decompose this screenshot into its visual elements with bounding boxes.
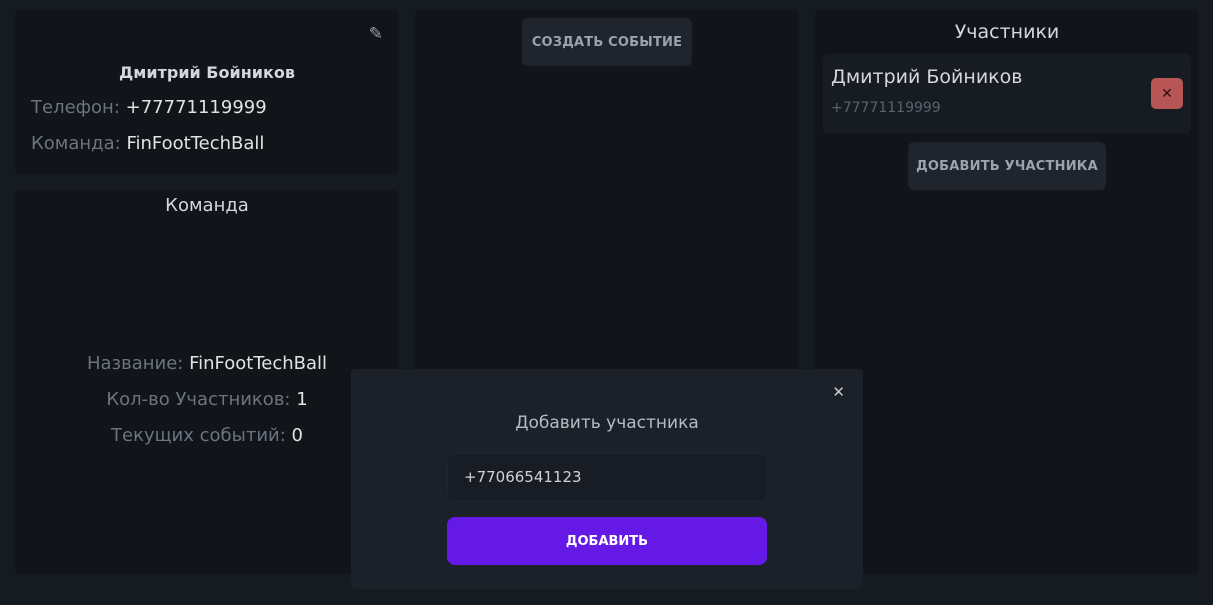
team-events-label: Текущих событий:	[111, 425, 286, 446]
team-name-label: Название:	[86, 353, 184, 374]
team-events-value: 0	[291, 425, 303, 446]
remove-participant-button[interactable]: ✕	[1151, 78, 1183, 109]
profile-team-value: FinFootTechBall	[126, 133, 265, 154]
participant-phone: +77771119999	[831, 100, 941, 116]
create-event-button[interactable]: СОЗДАТЬ СОБЫТИЕ	[522, 18, 692, 66]
team-members-row: Кол-во Участников: 1	[15, 389, 399, 410]
team-name-row: Название: FinFootTechBall	[15, 353, 399, 374]
team-card: Команда Название: FinFootTechBall Кол-во…	[15, 190, 399, 574]
submit-add-button[interactable]: ДОБАВИТЬ	[447, 517, 767, 565]
profile-phone-row: Телефон: +77771119999	[31, 97, 267, 118]
modal-title: Добавить участника	[515, 413, 699, 433]
add-participant-modal: ✕ Добавить участника ДОБАВИТЬ	[351, 369, 863, 589]
add-participant-button[interactable]: ДОБАВИТЬ УЧАСТНИКА	[908, 142, 1106, 190]
participants-title: Участники	[954, 21, 1060, 43]
team-members-value: 1	[296, 389, 308, 410]
profile-phone-value: +77771119999	[125, 97, 267, 118]
team-members-label: Кол-во Участников:	[106, 389, 291, 410]
phone-input[interactable]	[447, 453, 767, 501]
profile-card: ✎ Дмитрий Бойников Телефон: +77771119999…	[15, 10, 399, 174]
profile-name: Дмитрий Бойников	[119, 63, 295, 82]
profile-team-label: Команда:	[31, 133, 121, 154]
participant-name: Дмитрий Бойников	[831, 66, 1023, 88]
profile-team-row: Команда: FinFootTechBall	[31, 133, 264, 154]
edit-icon[interactable]: ✎	[369, 24, 383, 44]
participants-panel: Участники Дмитрий Бойников +77771119999 …	[815, 10, 1199, 574]
team-title: Команда	[165, 195, 249, 216]
participant-item: Дмитрий Бойников +77771119999 ✕	[823, 54, 1191, 134]
close-icon[interactable]: ✕	[832, 383, 845, 401]
team-name-value: FinFootTechBall	[189, 353, 328, 374]
profile-phone-label: Телефон:	[31, 97, 120, 118]
team-events-row: Текущих событий: 0	[15, 425, 399, 446]
close-icon: ✕	[1161, 85, 1173, 102]
